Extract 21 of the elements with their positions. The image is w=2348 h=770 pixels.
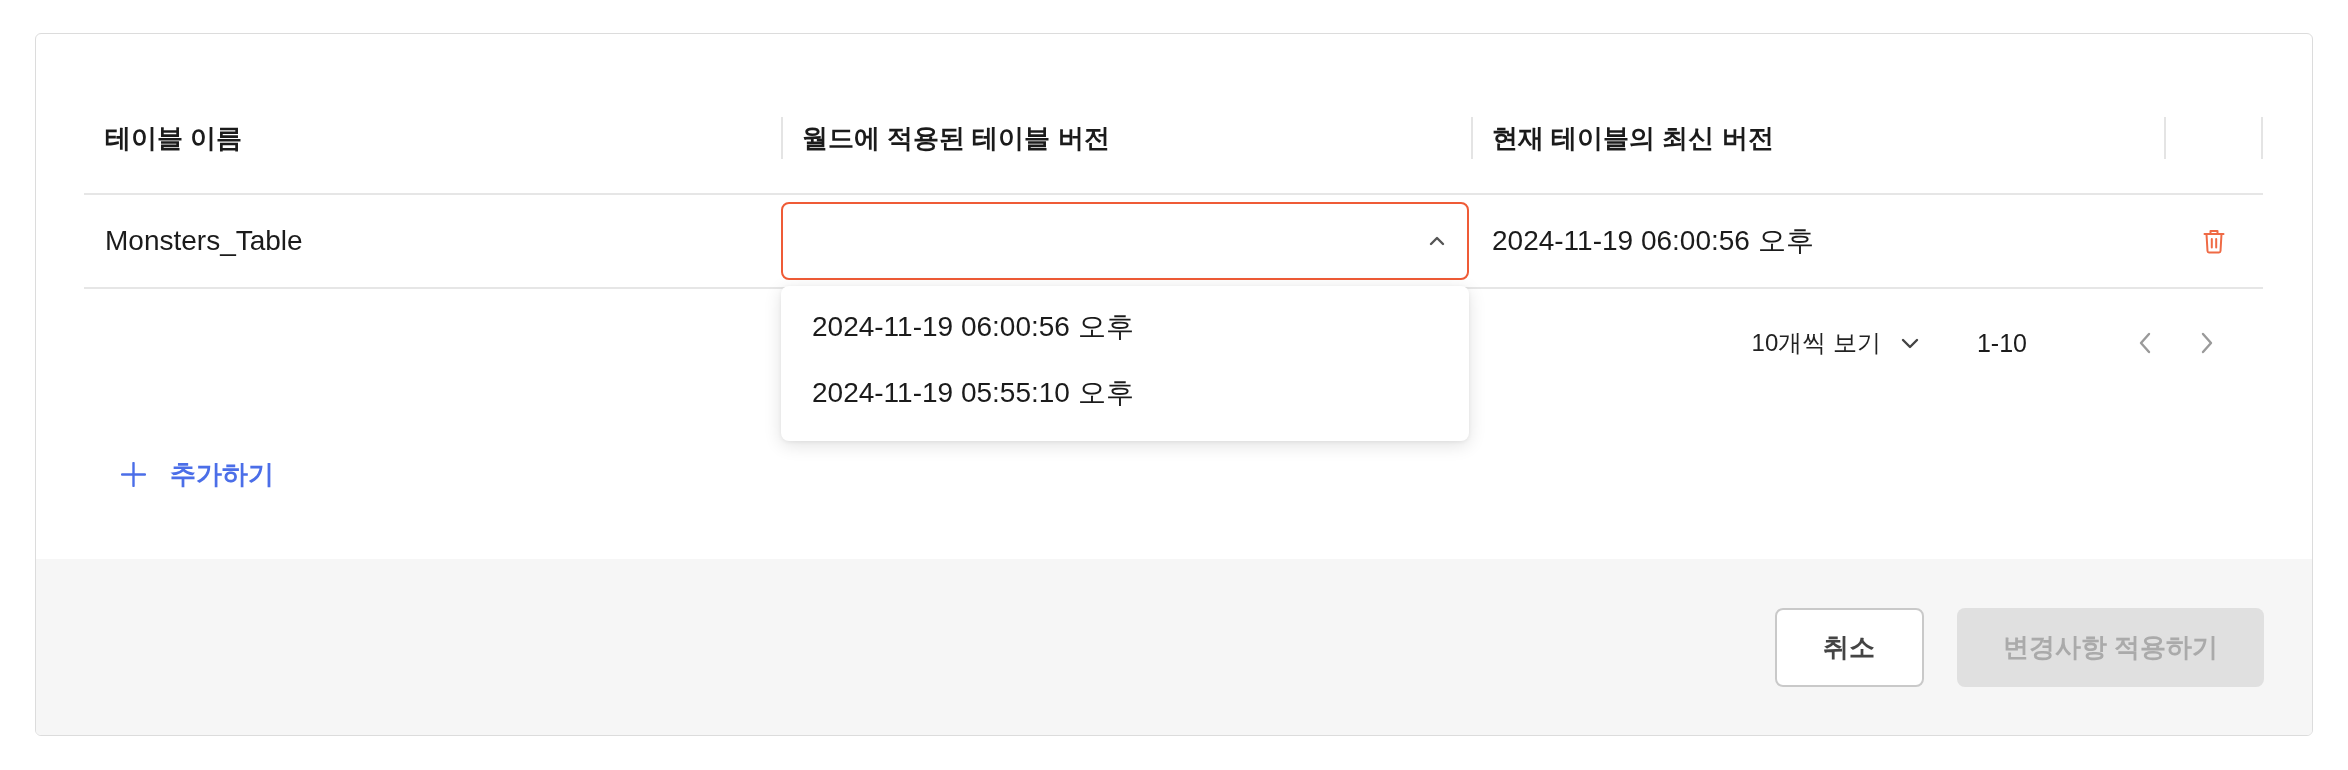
add-button[interactable]: 추가하기 (101, 447, 294, 502)
table-cell: 2024-11-19 06:00:56 오후 (1492, 225, 1814, 256)
column-header: 테이블 이름 (105, 121, 243, 155)
dropdown-option[interactable]: 2024-11-19 05:55:10 오후 (781, 360, 1469, 426)
dropdown-option[interactable]: 2024-11-19 06:00:56 오후 (781, 294, 1469, 360)
delete-button[interactable] (2202, 228, 2225, 254)
page-size-dropdown[interactable]: 10개씩 보기 (1751, 327, 1919, 359)
version-select[interactable] (781, 202, 1469, 280)
chevron-left-icon (2139, 332, 2151, 354)
table-cell: Monsters_Table (105, 225, 303, 256)
column-header: 월드에 적용된 테이블 버전 (802, 121, 1110, 155)
next-page-button[interactable] (2201, 332, 2213, 354)
previous-page-button[interactable] (2139, 332, 2151, 354)
chevron-right-icon (2201, 332, 2213, 354)
cancel-button[interactable]: 취소 (1774, 607, 1924, 687)
trash-icon (2202, 228, 2225, 254)
chevron-up-icon (1429, 236, 1445, 246)
plus-icon (121, 462, 146, 487)
column-header: 현재 테이블의 최신 버전 (1492, 121, 1774, 155)
page-range: 1-10 (1976, 328, 2027, 358)
chevron-down-icon (1900, 337, 1919, 349)
